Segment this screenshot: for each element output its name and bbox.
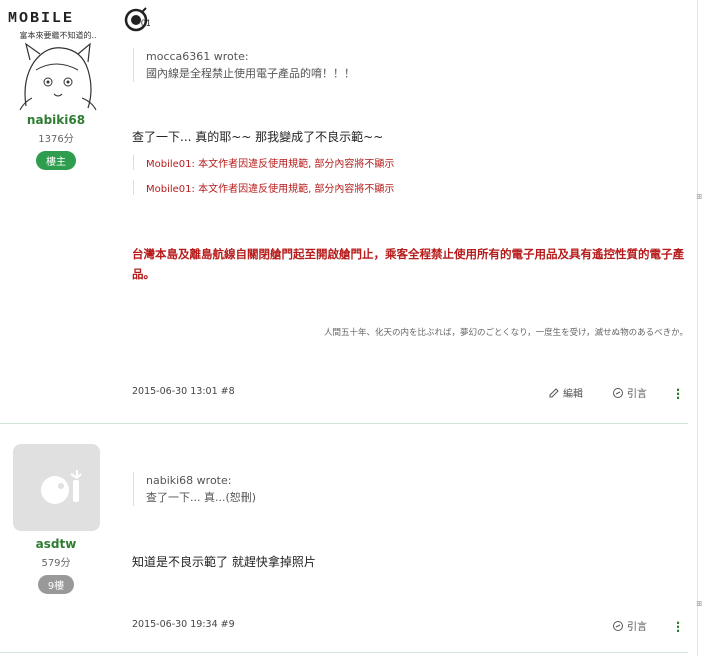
quote-button[interactable]: 引言 [612,618,647,633]
bomb-logo-icon: 01 [124,7,150,32]
quote-button[interactable]: 引言 [612,385,647,400]
more-options-icon[interactable]: · · · [673,384,683,404]
floor-badge: 樓主 [36,151,76,170]
quote-label: 引言 [627,622,647,633]
quote-icon [613,387,623,398]
avatar[interactable] [12,40,100,112]
quote-block: nabiki68 wrote: 查了一下... 真...(恕刪) [133,472,256,506]
site-logo[interactable]: MOBILE 01 [8,4,150,32]
censored-notice: Mobile01: 本文作者因違反使用規範, 部分內容將不顯示 [133,155,394,170]
more-options-icon[interactable]: · · · [673,617,683,637]
post-meta: 2015-06-30 13:01 #8 [132,386,235,397]
post-divider [0,423,688,424]
username[interactable]: asdtw [0,537,112,551]
post-body: 查了一下... 真的耶~~ 那我變成了不良示範~~ [132,130,384,144]
user-signature: 人間五十年、化天の内を比ぶれば，夢幻のごとくなり，一度生を受け，滅せぬ物のあるべ… [323,328,688,338]
avatar[interactable] [13,444,100,531]
user-score: 579分 [41,558,71,569]
post-divider [0,652,688,653]
user-score: 1376分 [38,134,74,145]
censored-notice: Mobile01: 本文作者因違反使用規範, 部分內容將不顯示 [133,180,394,195]
quote-icon [613,620,623,631]
svg-text:01: 01 [141,18,150,28]
red-notice: 台灣本島及離島航線自關閉艙門起至開啟艙門止，乘客全程禁止使用所有的電子用品及具有… [132,247,684,281]
pencil-icon [549,387,559,397]
user-info: asdtw 579分 9樓 [0,537,112,594]
side-rail [697,0,698,656]
quote-author: mocca6361 wrote: [146,50,249,63]
bomb-placeholder-icon [41,470,82,504]
floor-badge: 9樓 [37,575,75,594]
logo-text: MOBILE [8,10,75,27]
user-info: nabiki68 1376分 樓主 [0,113,112,170]
edit-button[interactable]: 編輯 [548,385,583,400]
rail-marker: ꕥ [696,600,703,608]
rail-marker: ꕥ [696,193,703,201]
post-body: 知道是不良示範了 就趕快拿掉照片 [132,555,316,569]
post-meta: 2015-06-30 19:34 #9 [132,619,235,630]
quote-block: mocca6361 wrote: 國內線是全程禁止使用電子產品的唷！！！ [133,48,355,82]
edit-label: 編輯 [563,389,583,400]
quote-text: 國內線是全程禁止使用電子產品的唷！！！ [146,67,355,80]
username[interactable]: nabiki68 [0,113,112,127]
quote-text: 查了一下... 真...(恕刪) [146,491,257,504]
quote-label: 引言 [627,389,647,400]
quote-author: nabiki68 wrote: [146,474,232,487]
